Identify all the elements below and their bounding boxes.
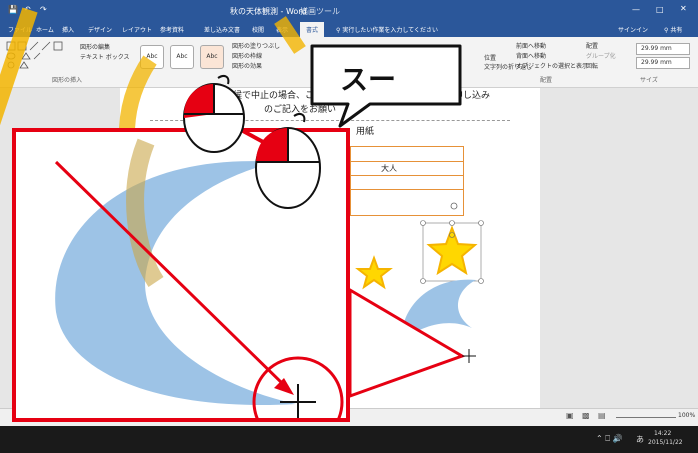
- speech-bubble-text: スー: [340, 63, 397, 96]
- mouse-icon-start: [183, 75, 245, 153]
